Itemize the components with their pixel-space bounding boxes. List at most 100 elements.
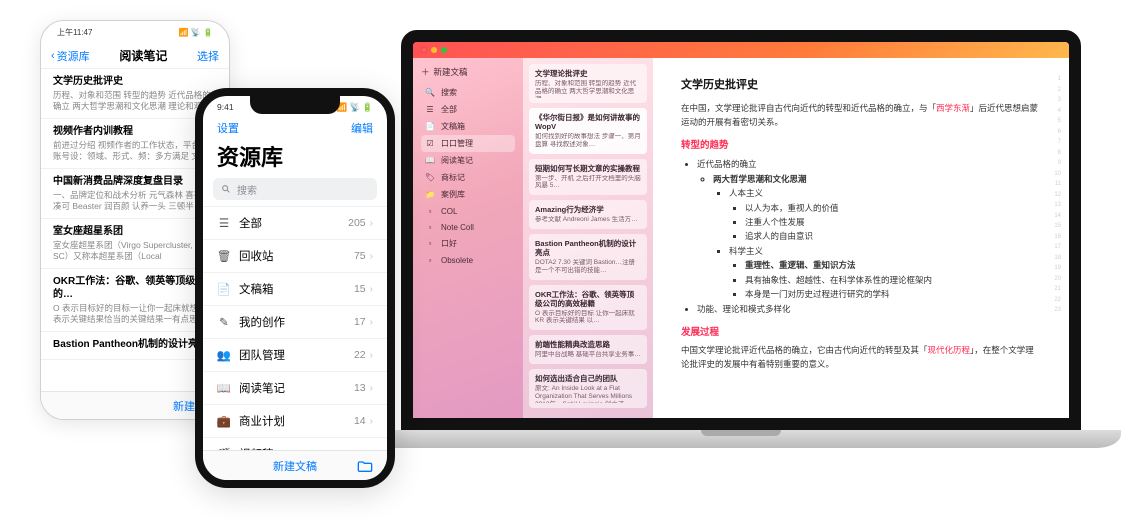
- settings-link[interactable]: 设置: [217, 120, 239, 136]
- check-icon: ☑: [425, 139, 435, 149]
- library-row[interactable]: ☰全部205›: [203, 206, 387, 239]
- library-row[interactable]: 🗑回收站75›: [203, 239, 387, 272]
- note-preview: 一、品牌定位和战术分析 元气森林 喜茶 内 凑可 Beaster 润百颜 认养一…: [53, 190, 217, 212]
- sidebar-section[interactable]: ▫ Obsolete: [421, 252, 515, 268]
- row-count: 205: [348, 217, 366, 229]
- select-button[interactable]: 选择: [197, 48, 219, 64]
- sidebar-section-label: COL: [441, 207, 457, 216]
- note-title: Bastion Pantheon机制的设计亮点: [53, 338, 217, 351]
- sidebar-section[interactable]: ▫COL: [421, 203, 515, 219]
- outline-list: 近代品格的确立 两大哲学思潮和文化思潮 人本主义 以人为本，重视人的价值 注重人…: [681, 157, 1041, 316]
- note-card[interactable]: 短期如何写长期文章的实操教程第一步、开机 之后打开文档里的头脑风暴 5…: [529, 159, 647, 196]
- note-title: 文学历史批评史: [53, 75, 217, 88]
- section-heading: 转型的趋势: [681, 137, 1041, 151]
- library-row[interactable]: 📄文稿箱15›: [203, 272, 387, 305]
- status-icons: 📶 📡 🔋: [337, 102, 373, 113]
- note-title: 如何选出适合自己的团队: [535, 374, 641, 383]
- sidebar-item[interactable]: 📄文稿箱: [421, 118, 515, 135]
- body-paragraph: 中国文学理论批评近代品格的确立，它由古代向近代的转型及其「现代化历程」，在整个文…: [681, 344, 1041, 371]
- line-number: 5: [1045, 118, 1061, 124]
- sidebar-item[interactable]: ☰全部: [421, 101, 515, 118]
- edit-link[interactable]: 编辑: [351, 120, 373, 136]
- app-content: ＋ 新建文稿 🔍搜索☰全部📄文稿箱☑口口管理📖阅读笔记🏷商标记📁案例库 ▫COL…: [413, 58, 1069, 418]
- note-title: Bastion Pantheon机制的设计亮点: [535, 239, 641, 257]
- library-row[interactable]: ✎我的创作17›: [203, 305, 387, 338]
- sidebar-item[interactable]: 📁案例库: [421, 186, 515, 203]
- line-number: 10: [1045, 171, 1061, 177]
- note-preview: 原文: An Inside Look at a Flat Organizatio…: [535, 385, 641, 403]
- note-title: 文学理论批评史: [535, 69, 641, 78]
- sidebar-item[interactable]: 🏷商标记: [421, 169, 515, 186]
- note-title: Amazing行为经济学: [535, 205, 641, 214]
- pen-icon: ✎: [217, 315, 231, 329]
- search-icon: 🔍: [425, 88, 435, 98]
- chevron-left-icon: ‹: [51, 50, 55, 62]
- line-number: 7: [1045, 139, 1061, 145]
- line-number: 8: [1045, 150, 1061, 156]
- note-card[interactable]: 前端性能精典改造思路阿里中台战略 基础平台共享业务事…: [529, 335, 647, 364]
- screen: ＋ 新建文稿 🔍搜索☰全部📄文稿箱☑口口管理📖阅读笔记🏷商标记📁案例库 ▫COL…: [401, 30, 1081, 430]
- library-row[interactable]: 💼商业计划14›: [203, 404, 387, 437]
- new-doc-button[interactable]: 新建文稿: [273, 458, 317, 474]
- new-doc-button[interactable]: ＋ 新建文稿: [421, 66, 515, 78]
- note-preview: 历程、对象和范围 转型的趋势 近代品格的确立 两大哲学思潮和文化思潮…: [535, 80, 641, 98]
- sidebar-item[interactable]: 📖阅读笔记: [421, 152, 515, 169]
- close-dot-icon[interactable]: [421, 47, 427, 53]
- minimize-dot-icon[interactable]: [431, 47, 437, 53]
- doc-title: 文学历史批评史: [681, 76, 1041, 92]
- note-title: 前端性能精典改造思路: [535, 340, 641, 349]
- line-number: 9: [1045, 160, 1061, 166]
- line-number: 13: [1045, 202, 1061, 208]
- intro-paragraph: 在中国，文学理论批评自古代向近代的转型和近代品格的确立，与「西学东渐」后近代思想…: [681, 102, 1041, 129]
- library-rows: ☰全部205›🗑回收站75›📄文稿箱15›✎我的创作17›👥团队管理22›📖阅读…: [203, 206, 387, 488]
- search-input[interactable]: 搜索: [213, 178, 377, 200]
- zoom-dot-icon[interactable]: [441, 47, 447, 53]
- sidebar-item-label: 口口管理: [441, 138, 473, 149]
- chevron-right-icon: ›: [370, 383, 373, 394]
- row-label: 回收站: [239, 248, 274, 264]
- note-card[interactable]: OKR工作法：谷歌、领英等顶级公司的高效秘籍O 表示目标好的目标 让你一起床就 …: [529, 285, 647, 331]
- note-title: 《华尔街日报》是如何讲故事的 WopV: [535, 113, 641, 131]
- people-icon: 👥: [217, 348, 231, 362]
- status-icons: 📶 📡 🔋: [179, 28, 213, 37]
- line-number: 23: [1045, 307, 1061, 313]
- section-heading: 发展过程: [681, 324, 1041, 338]
- sidebar-section[interactable]: ▫Note Coll: [421, 219, 515, 235]
- sidebar-section[interactable]: ▫口好: [421, 235, 515, 252]
- row-count: 22: [354, 349, 366, 361]
- sidebar-section-label: Note Coll: [441, 223, 474, 232]
- phone-library: 9:41 📶 📡 🔋 设置 编辑 资源库 搜索 ☰全部205›🗑回收站75›📄文…: [195, 88, 395, 488]
- library-row[interactable]: 📖阅读笔记13›: [203, 371, 387, 404]
- line-number: 1: [1045, 76, 1061, 82]
- chevron-right-icon: ›: [370, 416, 373, 427]
- note-card[interactable]: Bastion Pantheon机制的设计亮点 DOTA2 7.30 关键词 Ba…: [529, 234, 647, 280]
- sidebar-section-label: Obsolete: [441, 256, 473, 265]
- line-number: 11: [1045, 181, 1061, 187]
- line-gutter: 1234567891011121314151617181920212223: [1045, 76, 1061, 400]
- row-count: 13: [354, 382, 366, 394]
- folder-icon: ▫: [425, 255, 435, 265]
- chevron-right-icon: ›: [370, 317, 373, 328]
- note-card[interactable]: 如何选出适合自己的团队原文: An Inside Look at a Flat …: [529, 369, 647, 408]
- nav-title: 阅读笔记: [119, 47, 167, 64]
- sidebar-item[interactable]: ☑ 口口管理: [421, 135, 515, 152]
- note-title: 视频作者内训教程: [53, 125, 217, 138]
- note-preview: O 表示目标好的目标 让你一起床就 KR 表示关键结果 以…: [535, 310, 641, 326]
- note-card[interactable]: 文学理论批评史历程、对象和范围 转型的趋势 近代品格的确立 两大哲学思潮和文化思…: [529, 64, 647, 103]
- library-row[interactable]: 👥团队管理22›: [203, 338, 387, 371]
- note-title: 中国新消费品牌深度复盘目录: [53, 175, 217, 188]
- brief-icon: 💼: [217, 414, 231, 428]
- back-button[interactable]: ‹ 资源库: [51, 48, 90, 64]
- new-folder-icon[interactable]: [357, 459, 373, 473]
- note-title: 短期如何写长期文章的实操教程: [535, 164, 641, 173]
- note-card[interactable]: 《华尔街日报》是如何讲故事的 WopV如何找到好的故事想法 步骤一、第月盘算 寻…: [529, 108, 647, 154]
- sidebar-item[interactable]: 🔍搜索: [421, 84, 515, 101]
- note-preview: DOTA2 7.30 关键词 Bastion…注册是一个不可出错的技能…: [535, 259, 641, 275]
- back-label: 资源库: [57, 48, 90, 64]
- note-card[interactable]: Amazing行为经济学参考文献 Andreoni James 生活方…: [529, 200, 647, 229]
- chevron-right-icon: ›: [370, 284, 373, 295]
- editor[interactable]: 1234567891011121314151617181920212223 文学…: [653, 58, 1069, 418]
- row-label: 全部: [239, 215, 262, 231]
- chevron-right-icon: ›: [370, 350, 373, 361]
- tag-icon: 🏷: [425, 173, 435, 183]
